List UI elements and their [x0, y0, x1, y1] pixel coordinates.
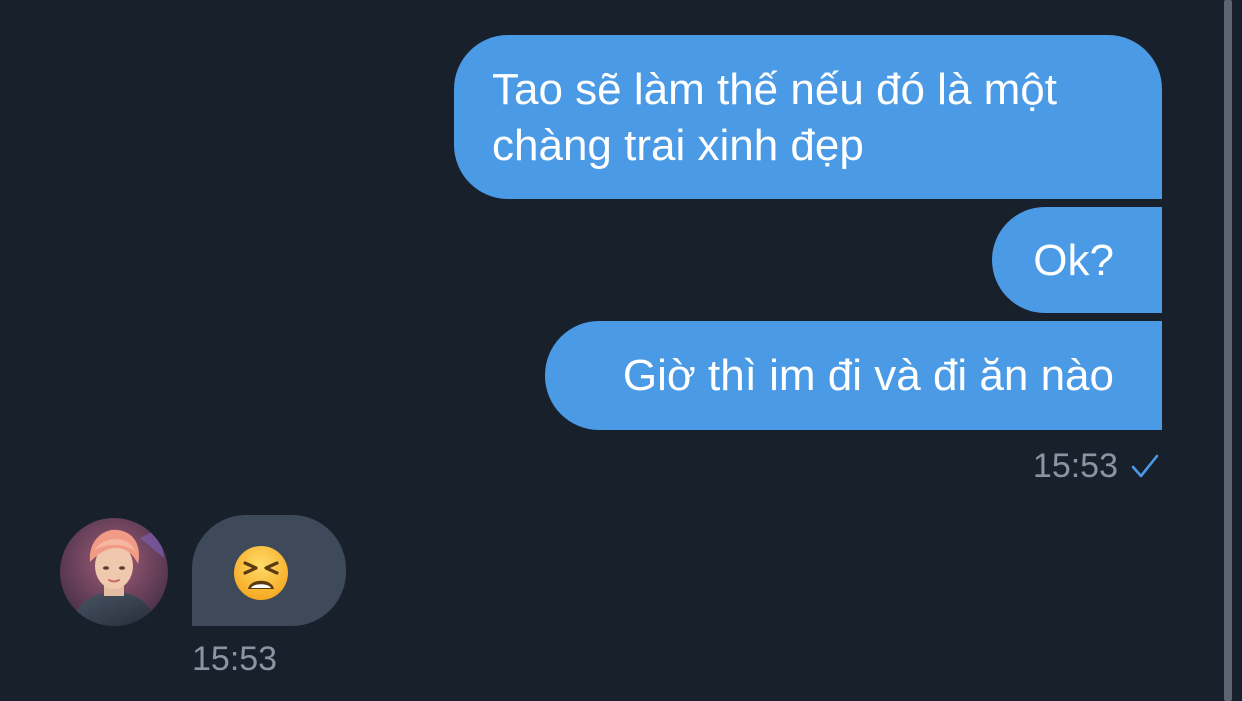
- chat-view[interactable]: Tao sẽ làm thế nếu đó là một chàng trai …: [0, 0, 1222, 701]
- message-text: Tao sẽ làm thế nếu đó là một chàng trai …: [492, 65, 1057, 170]
- avatar[interactable]: [60, 518, 168, 626]
- tired-face-icon: [232, 544, 290, 602]
- outgoing-message-bubble[interactable]: Tao sẽ làm thế nếu đó là một chàng trai …: [454, 35, 1162, 199]
- incoming-message-bubble[interactable]: [192, 515, 346, 626]
- check-icon: [1130, 453, 1160, 479]
- outgoing-message-meta: 15:53: [1033, 444, 1160, 488]
- outgoing-message-bubble[interactable]: Giờ thì im đi và đi ăn nào: [545, 321, 1162, 430]
- scrollbar[interactable]: [1224, 0, 1232, 701]
- message-timestamp: 15:53: [1032, 446, 1118, 485]
- message-text: Giờ thì im đi và đi ăn nào: [622, 351, 1114, 400]
- message-text: Ok?: [1033, 236, 1114, 285]
- message-timestamp: 15:53: [192, 640, 278, 678]
- outgoing-message-bubble[interactable]: Ok?: [992, 207, 1162, 313]
